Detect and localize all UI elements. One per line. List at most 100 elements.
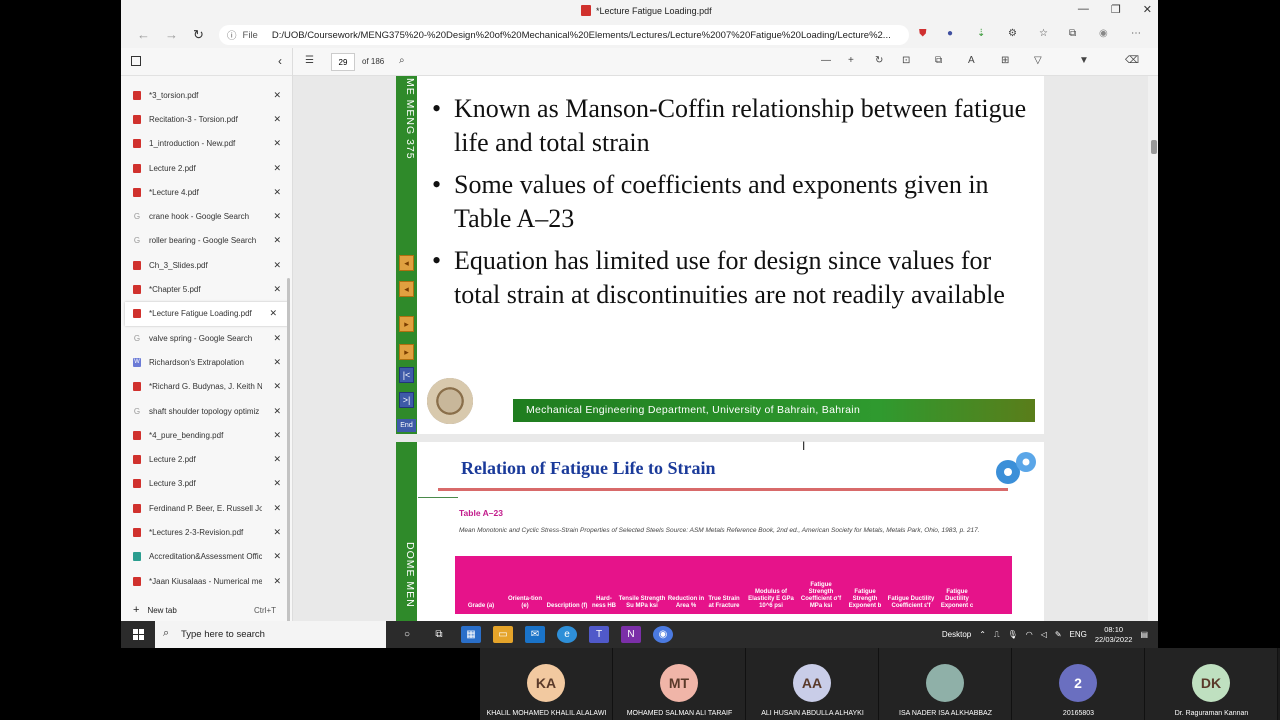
teams-icon[interactable]: T	[589, 626, 609, 643]
sidebar-scrollbar[interactable]	[287, 278, 290, 643]
language-indicator[interactable]: ENG	[1070, 630, 1087, 639]
close-tab-icon[interactable]: ✕	[273, 187, 281, 198]
cortana-icon[interactable]: ○	[397, 626, 417, 643]
store-icon[interactable]: ▦	[461, 626, 481, 643]
forward-icon[interactable]: →	[165, 27, 178, 42]
close-tab-icon[interactable]: ✕	[273, 551, 281, 562]
sidebar-tab[interactable]: Ch_3_Slides.pdf ✕	[121, 253, 292, 277]
sidebar-tab[interactable]: Gshaft shoulder topology optimiz ✕	[121, 399, 292, 423]
download-extension-icon[interactable]: ⇣	[977, 28, 985, 39]
participant-tile[interactable]: KA KHALIL MOHAMED KHALIL ALALAWI	[480, 648, 613, 720]
network-icon[interactable]: ⎍	[994, 630, 1000, 640]
onenote-icon[interactable]: N	[621, 626, 641, 643]
close-tab-icon[interactable]: ✕	[273, 478, 281, 489]
sidebar-tab[interactable]: W Richardson's Extrapolation ✕	[121, 350, 292, 374]
close-tab-icon[interactable]: ✕	[273, 284, 281, 295]
sidebar-tab[interactable]: Lecture 2.pdf ✕	[121, 156, 292, 180]
scroll-thumb[interactable]	[1151, 140, 1157, 154]
wifi-icon[interactable]: ◠	[1026, 630, 1033, 639]
close-tab-icon[interactable]: ✕	[273, 576, 281, 587]
new-tab-button[interactable]: + New tab Ctrl+T	[121, 599, 292, 621]
search-icon[interactable]: ⌕	[399, 55, 405, 66]
text-icon[interactable]: ⊞	[1001, 55, 1009, 66]
nav-prev-icon[interactable]: ◂	[399, 281, 414, 297]
edge-icon[interactable]: e	[557, 626, 577, 643]
close-tab-icon[interactable]: ✕	[273, 503, 281, 514]
mail-icon[interactable]: ✉	[525, 626, 545, 643]
draw-icon[interactable]: ▽	[1034, 55, 1042, 66]
sidebar-tab[interactable]: Lecture 3.pdf ✕	[121, 472, 292, 496]
collections-icon[interactable]: ⧉	[1069, 28, 1076, 39]
taskbar-search[interactable]: ⌕ Type here to search	[155, 621, 386, 648]
file-explorer-icon[interactable]: ▭	[493, 626, 513, 643]
nav-first-icon[interactable]: ◂	[399, 255, 414, 271]
close-tab-icon[interactable]: ✕	[273, 406, 281, 417]
participant-tile[interactable]: MT MOHAMED SALMAN ALI TARAIF	[613, 648, 746, 720]
viewer-scrollbar[interactable]	[1148, 76, 1158, 621]
tray-chevron-icon[interactable]: ⌃	[979, 630, 986, 639]
close-tab-icon[interactable]: ✕	[273, 163, 281, 174]
participant-tile[interactable]: AA ALI HUSAIN ABDULLA ALHAYKI	[746, 648, 879, 720]
tab-actions-icon[interactable]	[131, 56, 141, 66]
profile-extension-icon[interactable]: ●	[947, 28, 953, 39]
close-tab-icon[interactable]: ✕	[273, 211, 281, 222]
sidebar-tab[interactable]: *4_pure_bending.pdf ✕	[121, 423, 292, 447]
refresh-icon[interactable]: ↻	[193, 27, 204, 43]
task-view-icon[interactable]: ⧉	[429, 626, 449, 643]
close-tab-icon[interactable]: ✕	[273, 333, 281, 344]
close-tab-icon[interactable]: ✕	[273, 114, 281, 125]
close-tab-icon[interactable]: ✕	[273, 381, 281, 392]
pen-icon[interactable]: ✎	[1055, 630, 1062, 639]
close-tab-icon[interactable]: ✕	[273, 90, 281, 101]
windows-start-icon[interactable]	[133, 629, 144, 640]
sidebar-tab[interactable]: *Lecture 4.pdf ✕	[121, 180, 292, 204]
fit-page-icon[interactable]: ⊡	[902, 55, 910, 66]
close-tab-icon[interactable]: ✕	[273, 454, 281, 465]
pdf-viewer[interactable]: ME MENG 375 ◂ ◂ ▸ ▸ |< >| End Known as M…	[293, 76, 1158, 621]
close-tab-icon[interactable]: ✕	[273, 430, 281, 441]
close-tab-icon[interactable]: ✕	[273, 235, 281, 246]
close-tab-icon[interactable]: ✕	[273, 260, 281, 271]
zoom-in-icon[interactable]: +	[848, 55, 854, 66]
highlight-icon[interactable]: ▼	[1079, 55, 1089, 66]
sidebar-tab[interactable]: *Jaan Kiusalaas - Numerical met ✕	[121, 569, 292, 593]
rotate-icon[interactable]: ↻	[875, 55, 883, 66]
avatar[interactable]: ◉	[1099, 28, 1108, 39]
sidebar-tab[interactable]: *3_torsion.pdf ✕	[121, 83, 292, 107]
favorites-icon[interactable]: ☆	[1039, 28, 1048, 39]
close-icon[interactable]: ✕	[1143, 3, 1152, 16]
zoom-app-icon[interactable]: ◉	[653, 626, 673, 643]
close-tab-icon[interactable]: ✕	[269, 308, 277, 319]
sidebar-tab[interactable]: *Chapter 5.pdf ✕	[121, 277, 292, 301]
zoom-out-icon[interactable]: —	[821, 55, 831, 66]
sidebar-tab[interactable]: Lecture 2.pdf ✕	[121, 447, 292, 471]
page-view-icon[interactable]: ⧉	[935, 55, 942, 66]
end-button[interactable]: End	[397, 419, 416, 432]
microphone-icon[interactable]: 🎙	[1008, 630, 1018, 639]
notifications-icon[interactable]: ▤	[1140, 630, 1148, 639]
restore-icon[interactable]: ❐	[1111, 3, 1121, 16]
sidebar-tab[interactable]: Ferdinand P. Beer, E. Russell Joh ✕	[121, 496, 292, 520]
sidebar-tab[interactable]: Recitation-3 - Torsion.pdf ✕	[121, 107, 292, 131]
back-icon[interactable]: ←	[137, 27, 150, 42]
sidebar-tab[interactable]: Gcrane hook - Google Search ✕	[121, 204, 292, 228]
close-tab-icon[interactable]: ✕	[273, 527, 281, 538]
table-of-contents-icon[interactable]: ☰	[305, 55, 314, 66]
close-tab-icon[interactable]: ✕	[273, 357, 281, 368]
sidebar-tab[interactable]: 1_introduction - New.pdf ✕	[121, 132, 292, 156]
sidebar-tab[interactable]: Accreditation&Assessment Offic ✕	[121, 545, 292, 569]
sidebar-tab[interactable]: *Lectures 2-3-Revision.pdf ✕	[121, 520, 292, 544]
close-tab-icon[interactable]: ✕	[273, 138, 281, 149]
menu-icon[interactable]: ⋯	[1131, 28, 1141, 39]
nav-home-icon[interactable]: |<	[399, 367, 414, 383]
nav-last-icon[interactable]: ▸	[399, 344, 414, 360]
desktop-label[interactable]: Desktop	[942, 630, 971, 639]
page-number-input[interactable]: 29	[331, 53, 355, 71]
sidebar-tab[interactable]: *Lecture Fatigue Loading.pdf ✕	[125, 301, 288, 326]
read-aloud-icon[interactable]: A	[968, 55, 975, 66]
sidebar-tab[interactable]: *Richard G. Budynas, J. Keith Nis ✕	[121, 375, 292, 399]
shield-extension-icon[interactable]: ⛊	[919, 28, 927, 39]
nav-next-icon[interactable]: ▸	[399, 316, 414, 332]
sidebar-tab[interactable]: Gvalve spring - Google Search ✕	[121, 326, 292, 350]
extensions-icon[interactable]: ⚙	[1008, 28, 1017, 39]
